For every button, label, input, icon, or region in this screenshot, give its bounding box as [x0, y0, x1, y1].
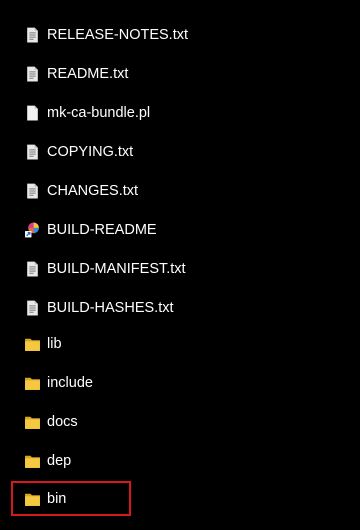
- text-file-icon: [24, 260, 41, 277]
- folder-row-include[interactable]: include: [0, 363, 360, 402]
- file-name: README.txt: [47, 65, 129, 82]
- folder-row-dep[interactable]: dep: [0, 441, 360, 480]
- folder-name: lib: [47, 335, 62, 352]
- folder-name: dep: [47, 452, 72, 469]
- shortcut-app-icon: [24, 221, 41, 238]
- blank-file-icon: [24, 104, 41, 121]
- folder-name: include: [47, 374, 93, 391]
- folder-icon: [24, 452, 41, 469]
- file-name: RELEASE-NOTES.txt: [47, 26, 189, 43]
- file-name: BUILD-README: [47, 221, 157, 238]
- text-file-icon: [24, 143, 41, 160]
- folder-name: docs: [47, 413, 78, 430]
- folder-row-bin[interactable]: bin: [0, 479, 360, 518]
- file-row-release-notes[interactable]: RELEASE-NOTES.txt: [0, 15, 360, 54]
- file-name: CHANGES.txt: [47, 182, 139, 199]
- text-file-icon: [24, 182, 41, 199]
- file-row-readme[interactable]: README.txt: [0, 54, 360, 93]
- file-row-build-readme[interactable]: BUILD-README: [0, 210, 360, 249]
- folder-row-docs[interactable]: docs: [0, 402, 360, 441]
- file-row-build-hashes[interactable]: BUILD-HASHES.txt: [0, 288, 360, 327]
- file-row-build-manifest[interactable]: BUILD-MANIFEST.txt: [0, 249, 360, 288]
- folder-icon: [24, 374, 41, 391]
- text-file-icon: [24, 26, 41, 43]
- file-name: COPYING.txt: [47, 143, 134, 160]
- file-row-mk-ca-bundle[interactable]: mk-ca-bundle.pl: [0, 93, 360, 132]
- file-list: RELEASE-NOTES.txt README.txt mk-ca-bundl…: [0, 0, 360, 530]
- text-file-icon: [24, 299, 41, 316]
- folder-icon: [24, 413, 41, 430]
- file-name: BUILD-MANIFEST.txt: [47, 260, 186, 277]
- file-name: mk-ca-bundle.pl: [47, 104, 151, 121]
- folder-row-lib[interactable]: lib: [0, 324, 360, 363]
- file-row-copying[interactable]: COPYING.txt: [0, 132, 360, 171]
- folder-name: bin: [47, 490, 67, 507]
- folder-icon: [24, 490, 41, 507]
- file-row-changes[interactable]: CHANGES.txt: [0, 171, 360, 210]
- text-file-icon: [24, 65, 41, 82]
- folder-icon: [24, 335, 41, 352]
- file-name: BUILD-HASHES.txt: [47, 299, 174, 316]
